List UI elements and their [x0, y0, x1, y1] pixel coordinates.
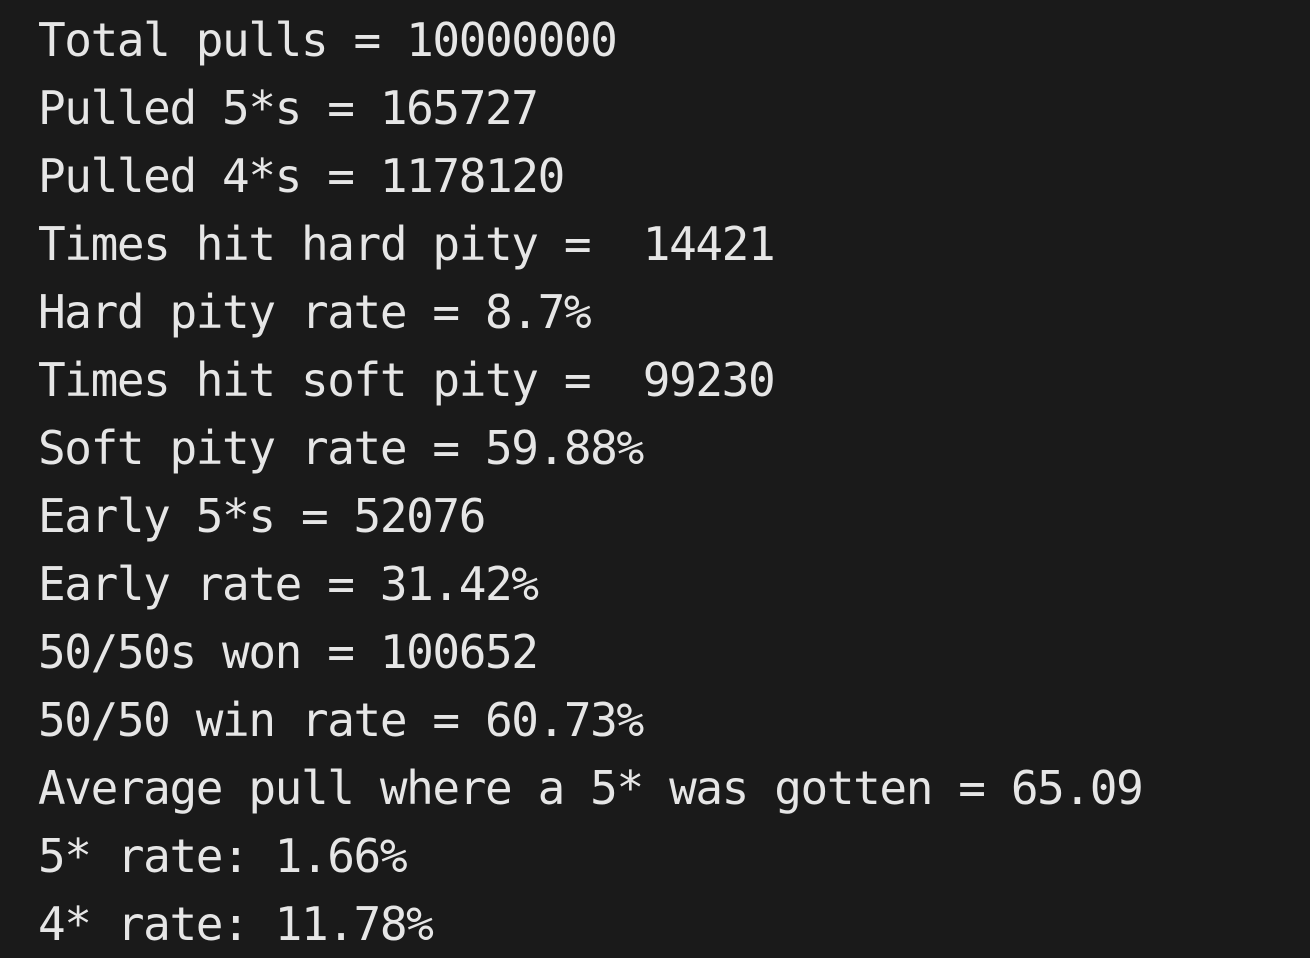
output-line-soft-pity-hits: Times hit soft pity = 99230: [38, 353, 776, 407]
output-line-hard-pity-hits: Times hit hard pity = 14421: [38, 217, 776, 271]
output-line-pulled-4-stars: Pulled 4*s = 1178120: [38, 149, 565, 203]
output-line-total-pulls: Total pulls = 10000000: [38, 13, 618, 67]
output-line-early-rate: Early rate = 31.42%: [38, 557, 539, 611]
output-line-soft-pity-rate: Soft pity rate = 59.88%: [38, 421, 644, 475]
output-line-early-5-stars: Early 5*s = 52076: [38, 489, 486, 543]
terminal-output[interactable]: Total pulls = 10000000 Pulled 5*s = 1657…: [0, 0, 1310, 951]
output-line-4-star-rate: 4* rate: 11.78%: [38, 897, 434, 951]
output-line-hard-pity-rate: Hard pity rate = 8.7%: [38, 285, 592, 339]
output-line-fifty-fifty-won: 50/50s won = 100652: [38, 625, 539, 679]
output-line-pulled-5-stars: Pulled 5*s = 165727: [38, 81, 539, 135]
output-line-fifty-fifty-rate: 50/50 win rate = 60.73%: [38, 693, 644, 747]
output-line-average-pull: Average pull where a 5* was gotten = 65.…: [38, 761, 1144, 815]
output-line-5-star-rate: 5* rate: 1.66%: [38, 829, 408, 883]
